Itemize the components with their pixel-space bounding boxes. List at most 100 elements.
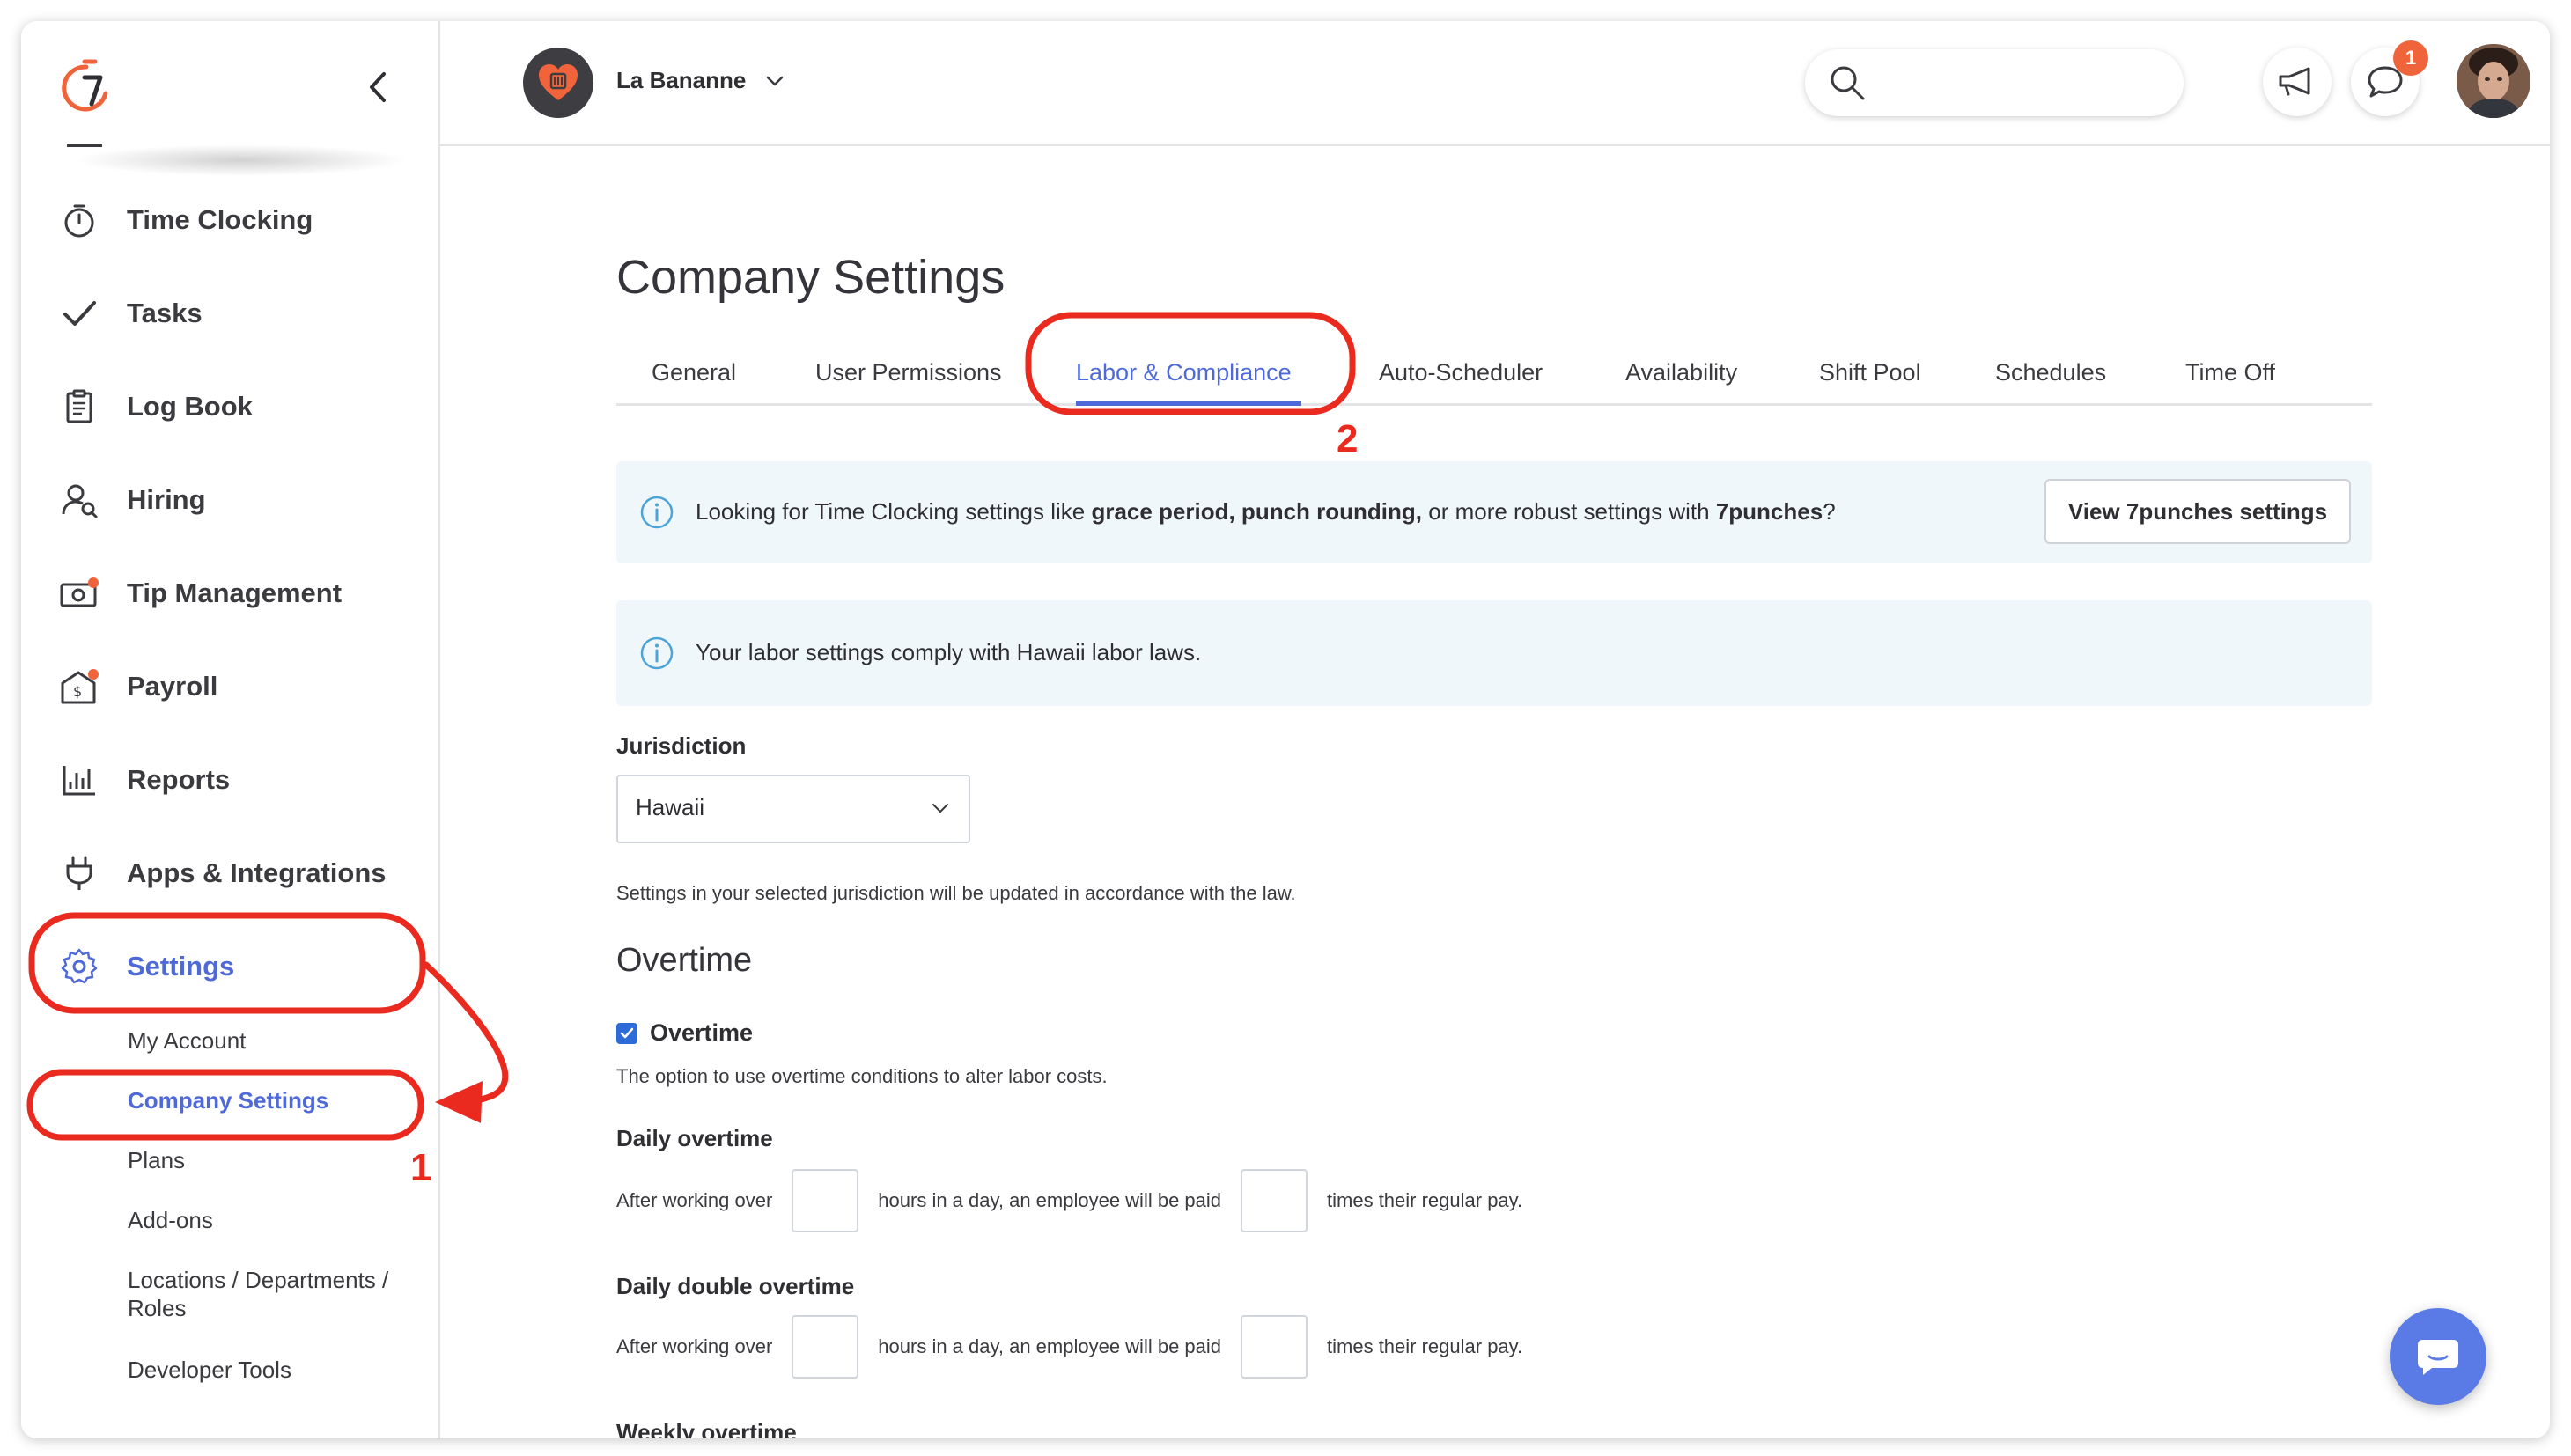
support-chat-button[interactable] [2390,1308,2486,1405]
overtime-description: The option to use overtime conditions to… [616,1065,1108,1087]
daily-overtime-suffix: times their regular pay. [1327,1189,1523,1211]
tab-user-permissions[interactable]: User Permissions [815,359,1002,386]
app-window: Time Clocking Tasks Log Book Hiring Tip … [21,21,2550,1438]
sidebar-subitem-locations-departments-roles[interactable]: Locations / Departments / Roles [128,1266,409,1322]
tab-schedules[interactable]: Schedules [1995,359,2106,386]
sidebar-item-hiring[interactable]: Hiring [56,474,206,526]
compliance-text: Your labor settings comply with Hawaii l… [696,639,1202,665]
sidebar-item-time-clocking[interactable]: Time Clocking [56,194,313,246]
sidebar-subitem-my-account[interactable]: My Account [128,1026,246,1055]
sidebar-item-log-book[interactable]: Log Book [56,380,253,433]
sidebar-item-payroll[interactable]: $ Payroll [56,660,217,713]
main-content: Company Settings General User Permission… [440,146,2550,1438]
heart-basket-icon [539,64,578,100]
sidebar-subitem-plans[interactable]: Plans [128,1146,185,1174]
tab-time-off[interactable]: Time Off [2185,359,2275,386]
daily-double-overtime-row: After working over hours in a day, an em… [616,1313,1522,1380]
page-title: Company Settings [616,251,1006,304]
chat-icon [2418,1340,2458,1375]
info-icon [640,636,674,670]
sidebar-subitem-add-ons[interactable]: Add-ons [128,1206,213,1234]
sidebar-item-label: Tasks [127,298,203,328]
jurisdiction-value: Hawaii [636,794,705,820]
sidebar-item-label: Time Clocking [127,204,313,235]
search-box[interactable] [1805,49,2184,116]
svg-text:$: $ [73,683,82,700]
sidebar-item-tip-management[interactable]: Tip Management [56,567,342,620]
announcements-button[interactable] [2263,48,2332,116]
7shifts-logo[interactable] [60,55,122,116]
sidebar-item-label: Apps & Integrations [127,857,387,888]
daily-overtime-title: Daily overtime [616,1125,773,1151]
tab-labor-compliance[interactable]: Labor & Compliance [1076,359,1292,386]
notification-badge: 1 [2393,40,2428,76]
settings-tabs: General User Permissions Labor & Complia… [616,347,2372,406]
daily-overtime-multiplier-input[interactable] [1241,1169,1308,1232]
daily-double-overtime-middle: hours in a day, an employee will be paid [878,1335,1222,1357]
daily-double-overtime-title: Daily double overtime [616,1273,855,1299]
sidebar-item-label: Hiring [127,484,206,515]
tab-general[interactable]: General [652,359,736,386]
stopwatch-icon [56,197,102,243]
search-icon [1831,66,1865,100]
daily-overtime-row: After working over hours in a day, an em… [616,1167,1522,1234]
sidebar-subitem-company-settings[interactable]: Company Settings [128,1086,328,1114]
overtime-checkbox-label: Overtime [650,1019,754,1046]
top-header: La Bananne 1 [440,21,2550,146]
info-icon [640,496,674,529]
overtime-section-title: Overtime [616,942,753,979]
company-avatar[interactable] [523,48,593,118]
sidebar-item-reports[interactable]: Reports [56,754,230,806]
overtime-checkbox[interactable] [616,1022,637,1044]
daily-double-overtime-prefix: After working over [616,1335,773,1357]
company-name[interactable]: La Bananne [616,67,746,94]
daily-double-overtime-multiplier-input[interactable] [1241,1315,1308,1379]
daily-double-overtime-suffix: times their regular pay. [1327,1335,1523,1357]
daily-overtime-middle: hours in a day, an employee will be paid [878,1189,1222,1211]
daily-overtime-prefix: After working over [616,1189,773,1211]
sidebar-item-apps-integrations[interactable]: Apps & Integrations [56,847,387,900]
checkmark-icon [620,1027,634,1038]
sidebar-item-label: Log Book [127,391,253,422]
tab-availability[interactable]: Availability [1625,359,1737,386]
tab-shift-pool[interactable]: Shift Pool [1819,359,1921,386]
user-photo [2457,44,2530,118]
weekly-overtime-title: Weekly overtime [616,1419,797,1438]
person-search-icon [56,477,102,523]
jurisdiction-label: Jurisdiction [616,732,747,759]
cash-icon [56,570,102,616]
sidebar-item-settings[interactable]: Settings [56,940,234,993]
sidebar-item-label: Settings [127,951,235,982]
compliance-info-banner: Your labor settings comply with Hawaii l… [616,600,2372,706]
gear-icon [56,944,102,989]
payroll-envelope-icon: $ [56,664,102,710]
messages-button[interactable]: 1 [2351,40,2428,116]
daily-overtime-hours-input[interactable] [792,1169,859,1232]
search-input[interactable] [1875,63,2161,104]
sidebar-subitem-developer-tools[interactable]: Developer Tools [128,1356,291,1384]
overtime-checkbox-row[interactable]: Overtime [616,1019,753,1047]
clipboard-icon [56,384,102,430]
sidebar: Time Clocking Tasks Log Book Hiring Tip … [21,21,440,1438]
info-banner-text: Looking for Time Clocking settings like … [696,498,1836,525]
sidebar-item-tasks[interactable]: Tasks [56,287,203,340]
bar-chart-icon [56,757,102,803]
jurisdiction-select[interactable]: Hawaii [616,775,970,843]
time-clocking-info-banner: Looking for Time Clocking settings like … [616,461,2372,563]
tab-auto-scheduler[interactable]: Auto-Scheduler [1379,359,1543,386]
plug-icon [56,850,102,896]
checkmark-icon [56,290,102,336]
chevron-left-icon [370,72,386,102]
jurisdiction-help-text: Settings in your selected jurisdiction w… [616,882,1296,904]
active-tab-indicator [1076,401,1301,406]
sidebar-item-label: Payroll [127,671,218,702]
daily-double-overtime-hours-input[interactable] [792,1315,859,1379]
megaphone-icon [2279,67,2310,96]
chevron-down-icon [932,804,948,813]
collapse-sidebar-button[interactable] [354,63,401,111]
view-7punches-settings-button[interactable]: View 7punches settings [2044,479,2351,544]
scroll-shadow [74,144,409,176]
chevron-down-icon[interactable] [764,74,785,88]
user-avatar[interactable] [2457,44,2530,118]
sidebar-item-label: Reports [127,764,231,795]
